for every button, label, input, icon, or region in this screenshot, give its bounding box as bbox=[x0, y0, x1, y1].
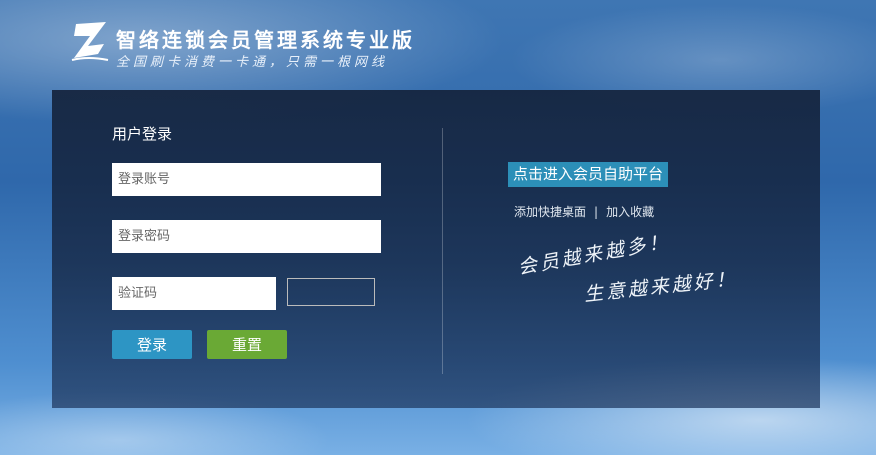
member-portal-link[interactable]: 点击进入会员自助平台 bbox=[508, 162, 669, 187]
add-shortcut-link[interactable]: 添加快捷桌面 bbox=[514, 205, 586, 219]
captcha-image[interactable] bbox=[287, 278, 375, 306]
add-favorite-link[interactable]: 加入收藏 bbox=[606, 205, 654, 219]
quick-links: 添加快捷桌面 | 加入收藏 bbox=[514, 203, 654, 220]
app-title: 智络连锁会员管理系统专业版 bbox=[116, 28, 415, 52]
account-input[interactable] bbox=[112, 163, 381, 196]
login-section-title: 用户登录 bbox=[112, 125, 173, 143]
tagline-business: 生意越来越好！ bbox=[583, 267, 739, 306]
password-input[interactable] bbox=[112, 220, 381, 253]
link-separator: | bbox=[594, 205, 599, 219]
z-logo-icon bbox=[71, 22, 109, 61]
app-slogan: 全国刷卡消费一卡通，只需一根网线 bbox=[116, 55, 389, 70]
reset-button[interactable]: 重置 bbox=[207, 330, 287, 359]
tagline-members: 会员越来越多！ bbox=[516, 230, 672, 279]
login-button[interactable]: 登录 bbox=[112, 330, 192, 359]
panel-divider bbox=[442, 128, 443, 374]
captcha-input[interactable] bbox=[112, 277, 276, 310]
login-panel: 用户登录 登录 重置 点击进入会员自助平台 添加快捷桌面 | 加入收藏 会员越来越多… bbox=[52, 90, 820, 408]
